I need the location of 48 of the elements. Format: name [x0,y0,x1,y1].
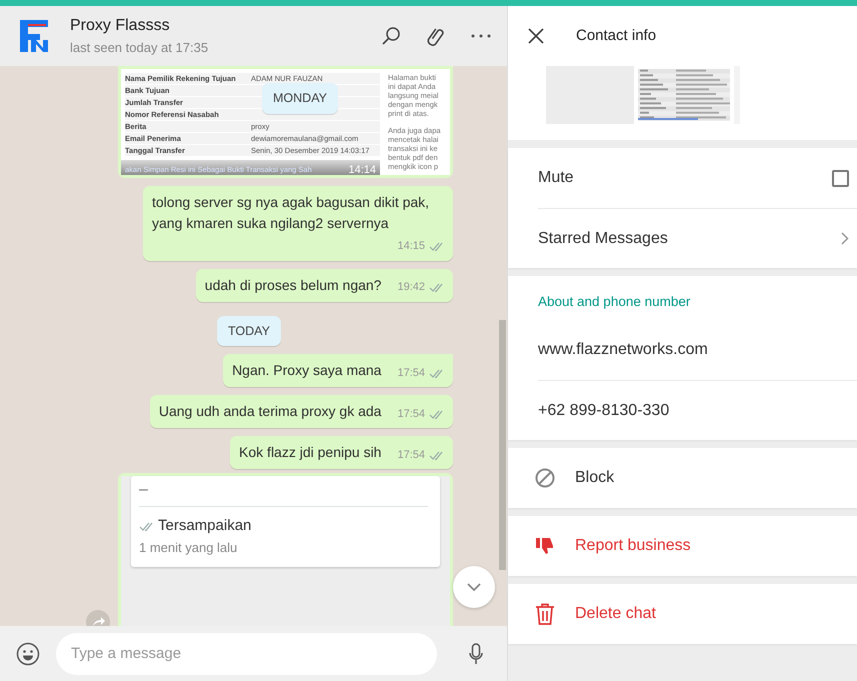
double-tick-icon [429,450,444,460]
message-time: 14:15 [397,239,425,254]
status-time: 1 menit yang lalu [139,538,238,557]
section-heading: About and phone number [538,293,692,311]
action-link[interactable]: Block [575,466,614,490]
contact-name: Proxy Flassss [70,16,171,36]
double-tick-icon [429,368,444,378]
scrollbar-thumb[interactable] [499,320,506,570]
message-time: 19:42 [397,280,425,295]
double-tick-icon [139,521,154,532]
search-icon[interactable] [381,26,401,46]
trash-icon [535,603,555,625]
chevron-down-icon [466,582,482,592]
date-chip: TODAY [217,316,281,346]
message-text: Ngan. Proxy saya mana [232,361,382,380]
date-chip: MONDAY [262,83,338,114]
message-text: tolong server sg nya agak bagusan dikit pak, yang kmaren suka ngilang2 servernya [152,193,430,233]
microphone-icon[interactable] [469,642,483,664]
close-icon[interactable] [528,28,544,44]
message-input[interactable]: Type a message [56,632,437,674]
double-tick-icon [429,408,444,420]
panel-title: Contact info [575,26,656,46]
starred-messages-link[interactable]: Starred Messages [538,226,841,250]
message-time: 17:54 [397,448,425,463]
block-icon [535,468,555,488]
status-text: Tersampaikan [158,516,252,536]
emoji-icon[interactable] [16,642,40,666]
message-time: 17:54 [397,366,425,381]
checkbox[interactable] [832,170,849,186]
menu-icon[interactable] [471,34,491,38]
action-link[interactable]: Report business [575,534,691,558]
message-text: Kok flazz jdi penipu sih [239,443,382,462]
action-link[interactable]: Delete chat [575,602,656,626]
message-time: 14:14 [348,162,376,175]
message-text: udah di proses belum ngan? [204,276,382,295]
double-tick-icon [429,240,444,252]
dash-text: – [139,478,428,508]
mute-label: Mute [538,168,575,188]
last-seen-text: last seen today at 17:35 [70,39,210,58]
image-message[interactable]: – Tersampaikan 1 menit yang lalu [118,473,453,626]
website-text: www.flazznetworks.com [538,340,708,360]
double-tick-icon [429,282,444,293]
message-text: Uang udh anda terima proxy gk ada [158,402,382,422]
message-time: 17:54 [397,406,425,422]
phone-number: +62 899-8130-330 [538,400,670,420]
image-message[interactable] [118,66,453,178]
chevron-right-icon [841,232,849,245]
thumbs-down-icon [535,536,555,556]
